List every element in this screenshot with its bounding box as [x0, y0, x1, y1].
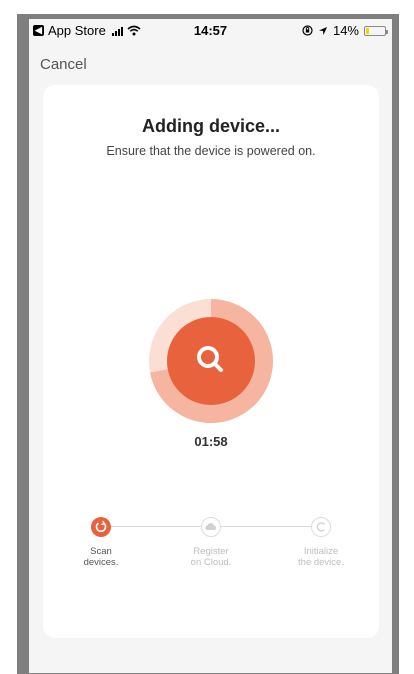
step-connector-1 — [111, 526, 203, 527]
step-initialize — [311, 517, 331, 537]
status-right: 14% — [302, 23, 388, 38]
location-icon — [318, 26, 327, 35]
step-label-line: devices. — [83, 557, 119, 568]
battery-icon — [364, 25, 388, 36]
battery-percent: 14% — [332, 23, 359, 38]
adding-device-card: Adding device... Ensure that the device … — [43, 85, 379, 638]
step-register — [201, 517, 221, 537]
battery-fill — [366, 27, 369, 34]
step-label-scan: Scan devices. — [61, 546, 141, 568]
page-title: Adding device... — [141, 116, 281, 136]
scan-radar — [149, 299, 273, 423]
step-label-line: the device. — [298, 557, 344, 568]
step-label-line: Scan — [90, 546, 112, 557]
progress-steps: Scan devices. Register on Cloud. Initial… — [43, 515, 379, 575]
screenshot-frame: ◀ App Store 14:57 14% Cancel Adding devi… — [17, 14, 399, 674]
page-subtitle: Ensure that the device is powered on. — [106, 144, 316, 158]
step-label-line: on Cloud. — [190, 557, 232, 568]
status-bar: ◀ App Store 14:57 14% — [29, 19, 392, 41]
countdown-timer: 01:58 — [194, 434, 228, 449]
step-label-line: Register — [193, 546, 229, 557]
restart-icon — [316, 522, 325, 532]
step-label-initialize: Initialize the device. — [281, 546, 361, 568]
radar-core — [167, 317, 255, 405]
step-label-line: Initialize — [303, 546, 339, 557]
step-scan — [91, 517, 111, 537]
refresh-icon — [95, 520, 107, 533]
orientation-lock-icon — [302, 25, 313, 36]
cancel-button[interactable]: Cancel — [40, 56, 87, 73]
cloud-icon — [205, 523, 217, 530]
step-connector-2 — [219, 526, 311, 527]
phone-screen: ◀ App Store 14:57 14% Cancel Adding devi… — [29, 19, 392, 673]
step-label-register: Register on Cloud. — [171, 546, 251, 568]
